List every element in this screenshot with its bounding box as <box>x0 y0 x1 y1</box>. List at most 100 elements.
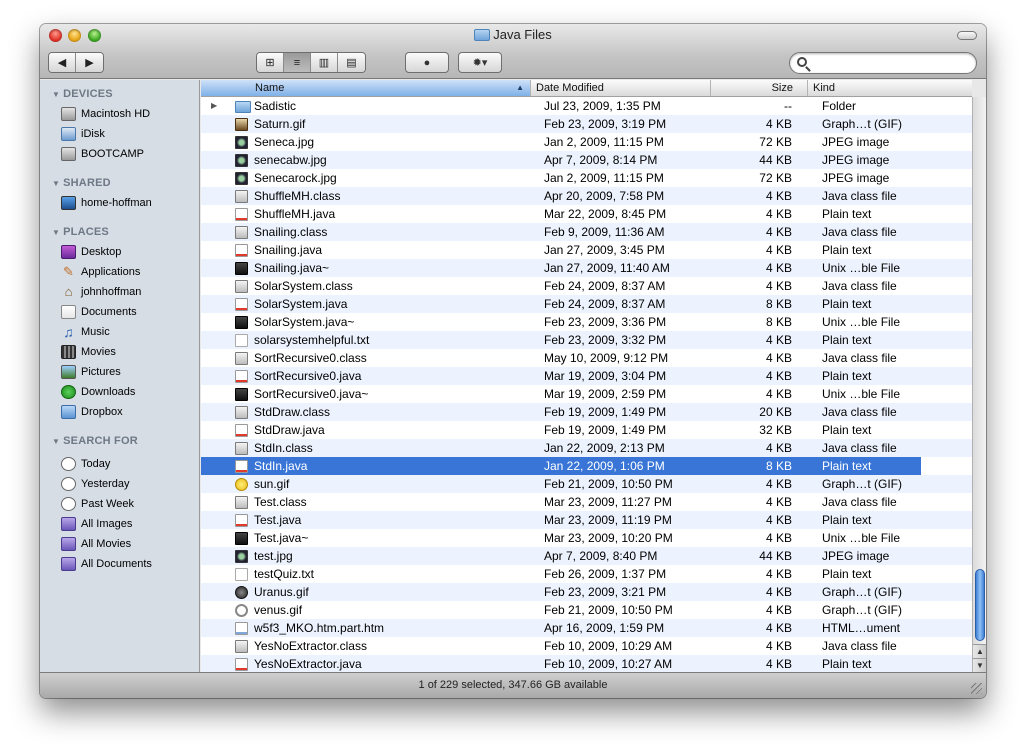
file-row[interactable]: Senecarock.jpg Jan 2, 2009, 11:15 PM 72 KB… <box>201 169 972 187</box>
vertical-scrollbar[interactable]: ▲ ▼ <box>972 97 986 672</box>
scrollbar-thumb[interactable] <box>975 569 985 641</box>
file-row[interactable]: venus.gif Feb 21, 2009, 10:50 PM 4 KB Graph… <box>201 601 972 619</box>
sidebar-item-label: All Documents <box>81 558 152 570</box>
file-size: 4 KB <box>765 603 792 617</box>
disclosure-triangle-icon[interactable]: ▶ <box>211 97 217 115</box>
sidebar-item-label: Applications <box>81 266 141 278</box>
sidebar-item-home-hoffman[interactable]: home-hoffman <box>61 194 152 212</box>
file-row[interactable]: w5f3_MKO.htm.part.htm Apr 16, 2009, 1:59 … <box>201 619 972 637</box>
file-date: Jan 22, 2009, 2:13 PM <box>544 441 665 455</box>
file-row[interactable]: solarsystemhelpful.txt Feb 23, 2009, 3:32… <box>201 331 972 349</box>
sidebar-item-label: Pictures <box>81 366 121 378</box>
sidebar-item-bootcamp[interactable]: BOOTCAMP <box>61 145 144 163</box>
file-row[interactable]: Test.class Mar 23, 2009, 11:27 PM 4 KB Java… <box>201 493 972 511</box>
sidebar-item-yesterday[interactable]: Yesterday <box>61 475 130 493</box>
file-row[interactable]: SolarSystem.class Feb 24, 2009, 8:37 AM 4 … <box>201 277 972 295</box>
sidebar-item-music[interactable]: ♫ Music <box>61 323 110 341</box>
file-row[interactable]: test.jpg Apr 7, 2009, 8:40 PM 44 KB JPEG im… <box>201 547 972 565</box>
file-kind: Graph…t (GIF) <box>822 477 903 491</box>
file-row[interactable]: SolarSystem.java Feb 24, 2009, 8:37 AM 8 K… <box>201 295 972 313</box>
clock-icon <box>61 477 76 491</box>
sidebar-item-label: johnhoffman <box>81 286 142 298</box>
sidebar-section-devices[interactable]: DEVICES <box>52 88 113 100</box>
sidebar-item-downloads[interactable]: Downloads <box>61 383 135 401</box>
file-row[interactable]: testQuiz.txt Feb 26, 2009, 1:37 PM 4 KB Pla… <box>201 565 972 583</box>
sidebar-item-desktop[interactable]: Desktop <box>61 243 121 261</box>
resize-grip-icon[interactable] <box>971 683 982 694</box>
file-row[interactable]: SortRecursive0.java~ Mar 19, 2009, 2:59 P… <box>201 385 972 403</box>
file-row[interactable]: YesNoExtractor.class Feb 10, 2009, 10:29 … <box>201 637 972 655</box>
title-bar[interactable]: Java Files ◀ ▶ ⊞ ≡ ▥ ▤ ● ✹▾ <box>40 24 986 79</box>
sidebar-item-pictures[interactable]: Pictures <box>61 363 121 381</box>
sidebar-section-places[interactable]: PLACES <box>52 226 109 238</box>
sidebar-item-label: Desktop <box>81 246 122 258</box>
back-forward-control: ◀ ▶ <box>48 52 104 73</box>
sidebar-item-all-movies[interactable]: All Movies <box>61 535 131 553</box>
file-row[interactable]: sun.gif Feb 21, 2009, 10:50 PM 4 KB Graph…t… <box>201 475 972 493</box>
cover-flow-button[interactable]: ▤ <box>338 53 365 72</box>
file-row[interactable]: Uranus.gif Feb 23, 2009, 3:21 PM 4 KB Graph… <box>201 583 972 601</box>
sidebar-section-shared[interactable]: SHARED <box>52 177 111 189</box>
java-file-icon <box>235 658 248 671</box>
unix-file-icon <box>235 388 248 401</box>
file-row[interactable]: SortRecursive0.class May 10, 2009, 9:12 P… <box>201 349 972 367</box>
file-row[interactable]: YesNoExtractor.java Feb 10, 2009, 10:27 A… <box>201 655 972 672</box>
list-view-button[interactable]: ≡ <box>284 53 311 72</box>
unix-file-icon <box>235 316 248 329</box>
sidebar-item-idisk[interactable]: iDisk <box>61 125 105 143</box>
column-header-kind[interactable]: Kind <box>808 80 972 96</box>
sidebar-item-all-documents[interactable]: All Documents <box>61 555 152 573</box>
column-view-button[interactable]: ▥ <box>311 53 338 72</box>
file-name: Snailing.class <box>254 225 328 239</box>
file-row[interactable]: SolarSystem.java~ Feb 23, 2009, 3:36 PM 8 … <box>201 313 972 331</box>
file-row[interactable]: Seneca.jpg Jan 2, 2009, 11:15 PM 72 KB JPEG… <box>201 133 972 151</box>
toolbar-toggle-button[interactable] <box>957 31 977 40</box>
file-size: 20 KB <box>759 405 792 419</box>
sidebar-item-label: Music <box>81 326 110 338</box>
sidebar-item-all-images[interactable]: All Images <box>61 515 132 533</box>
quick-look-button[interactable]: ● <box>405 52 449 73</box>
file-row[interactable]: Snailing.class Feb 9, 2009, 11:36 AM 4 KB J… <box>201 223 972 241</box>
file-size: -- <box>784 99 792 113</box>
file-row[interactable]: StdIn.class Jan 22, 2009, 2:13 PM 4 KB Java… <box>201 439 972 457</box>
file-row[interactable]: Test.java~ Mar 23, 2009, 10:20 PM 4 KB Unix… <box>201 529 972 547</box>
search-input[interactable] <box>789 52 977 74</box>
file-row[interactable]: StdDraw.class Feb 19, 2009, 1:49 PM 20 KB J… <box>201 403 972 421</box>
sidebar-item-today[interactable]: Today <box>61 455 110 473</box>
icon-view-button[interactable]: ⊞ <box>257 53 284 72</box>
file-date: Mar 19, 2009, 2:59 PM <box>544 387 667 401</box>
file-row[interactable]: ▶ Sadistic Jul 23, 2009, 1:35 PM -- Folder <box>201 97 972 115</box>
sidebar-item-past-week[interactable]: Past Week <box>61 495 134 513</box>
file-row[interactable]: Snailing.java Jan 27, 2009, 3:45 PM 4 KB Pl… <box>201 241 972 259</box>
sidebar-item-applications[interactable]: ✎ Applications <box>61 263 140 281</box>
file-row[interactable]: StdIn.java Jan 22, 2009, 1:06 PM 8 KB Plain… <box>201 457 921 475</box>
file-row[interactable]: Snailing.java~ Jan 27, 2009, 11:40 AM 4 KB… <box>201 259 972 277</box>
file-date: Feb 23, 2009, 3:32 PM <box>544 333 667 347</box>
sidebar-item-macintosh-hd[interactable]: Macintosh HD <box>61 105 150 123</box>
file-row[interactable]: ShuffleMH.class Apr 20, 2009, 7:58 PM 4 KB… <box>201 187 972 205</box>
clock-icon <box>61 497 76 511</box>
sidebar-item-movies[interactable]: Movies <box>61 343 116 361</box>
status-text: 1 of 229 selected, 347.66 GB available <box>418 679 608 691</box>
scroll-up-arrow[interactable]: ▲ <box>973 644 986 658</box>
sidebar-item-documents[interactable]: Documents <box>61 303 137 321</box>
forward-button[interactable]: ▶ <box>76 53 103 72</box>
back-button[interactable]: ◀ <box>49 53 76 72</box>
file-row[interactable]: Saturn.gif Feb 23, 2009, 3:19 PM 4 KB Graph… <box>201 115 972 133</box>
column-header-size[interactable]: Size <box>711 80 808 96</box>
sidebar-item-johnhoffman[interactable]: ⌂ johnhoffman <box>61 283 142 301</box>
column-header-name[interactable]: Name ▲ <box>201 80 531 96</box>
column-header-date[interactable]: Date Modified <box>531 80 711 96</box>
file-kind: Plain text <box>822 369 872 383</box>
file-row[interactable]: senecabw.jpg Apr 7, 2009, 8:14 PM 44 KB JPE… <box>201 151 972 169</box>
file-size: 4 KB <box>765 189 792 203</box>
action-menu-button[interactable]: ✹▾ <box>458 52 502 73</box>
scroll-down-arrow[interactable]: ▼ <box>973 658 986 672</box>
file-row[interactable]: StdDraw.java Feb 19, 2009, 1:49 PM 32 KB Pl… <box>201 421 972 439</box>
sidebar-item-dropbox[interactable]: Dropbox <box>61 403 123 421</box>
file-row[interactable]: Test.java Mar 23, 2009, 11:19 PM 4 KB Plain… <box>201 511 972 529</box>
file-row[interactable]: SortRecursive0.java Mar 19, 2009, 3:04 PM… <box>201 367 972 385</box>
sidebar-section-search-for[interactable]: SEARCH FOR <box>52 435 138 447</box>
file-size: 4 KB <box>765 117 792 131</box>
file-row[interactable]: ShuffleMH.java Mar 22, 2009, 8:45 PM 4 KB P… <box>201 205 972 223</box>
